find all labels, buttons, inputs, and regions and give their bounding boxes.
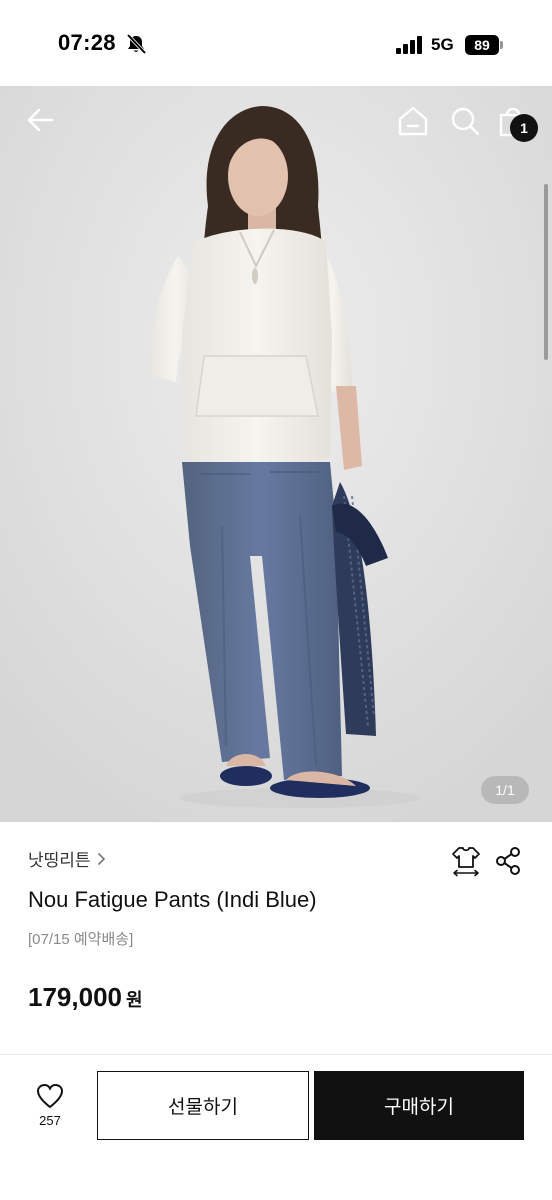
back-arrow-icon[interactable] (24, 103, 58, 137)
product-photo (0, 86, 552, 822)
status-time: 07:28 (58, 30, 116, 55)
price-unit: 원 (125, 990, 143, 1010)
brand-name: 낫띵리튼 (28, 851, 91, 870)
like-button[interactable]: 257 (30, 1083, 70, 1135)
scrollbar[interactable] (544, 184, 548, 360)
shipping-note: [07/15 예약배송] (28, 931, 134, 948)
gift-button[interactable]: 선물하기 (97, 1071, 309, 1140)
like-count: 257 (39, 1113, 61, 1128)
heart-icon (36, 1083, 64, 1109)
size-guide-icon[interactable] (451, 845, 481, 877)
buy-button[interactable]: 구매하기 (314, 1071, 524, 1140)
image-page-indicator: 1/1 (481, 776, 529, 804)
signal-icon (396, 36, 422, 54)
search-icon[interactable] (448, 104, 482, 138)
chevron-right-icon (97, 852, 105, 865)
battery-icon: 89 (465, 35, 503, 55)
bottom-action-bar: 257 선물하기 구매하기 (0, 1054, 552, 1200)
bag-count-badge: 1 (510, 114, 538, 142)
brand-link[interactable]: 낫띵리튼 (28, 846, 106, 871)
product-image[interactable]: 1 1/1 (0, 86, 552, 822)
status-bar: 07:28 5G 89 (0, 0, 552, 86)
bell-off-icon (126, 34, 147, 54)
home-icon[interactable] (396, 104, 430, 138)
price: 179,000 원 (28, 982, 143, 1013)
network-type: 5G (431, 35, 454, 54)
price-value: 179,000 (28, 982, 122, 1012)
battery-level: 89 (465, 35, 499, 55)
share-icon[interactable] (494, 846, 522, 876)
product-title: Nou Fatigue Pants (Indi Blue) (28, 887, 317, 912)
battery-tip (500, 41, 503, 49)
